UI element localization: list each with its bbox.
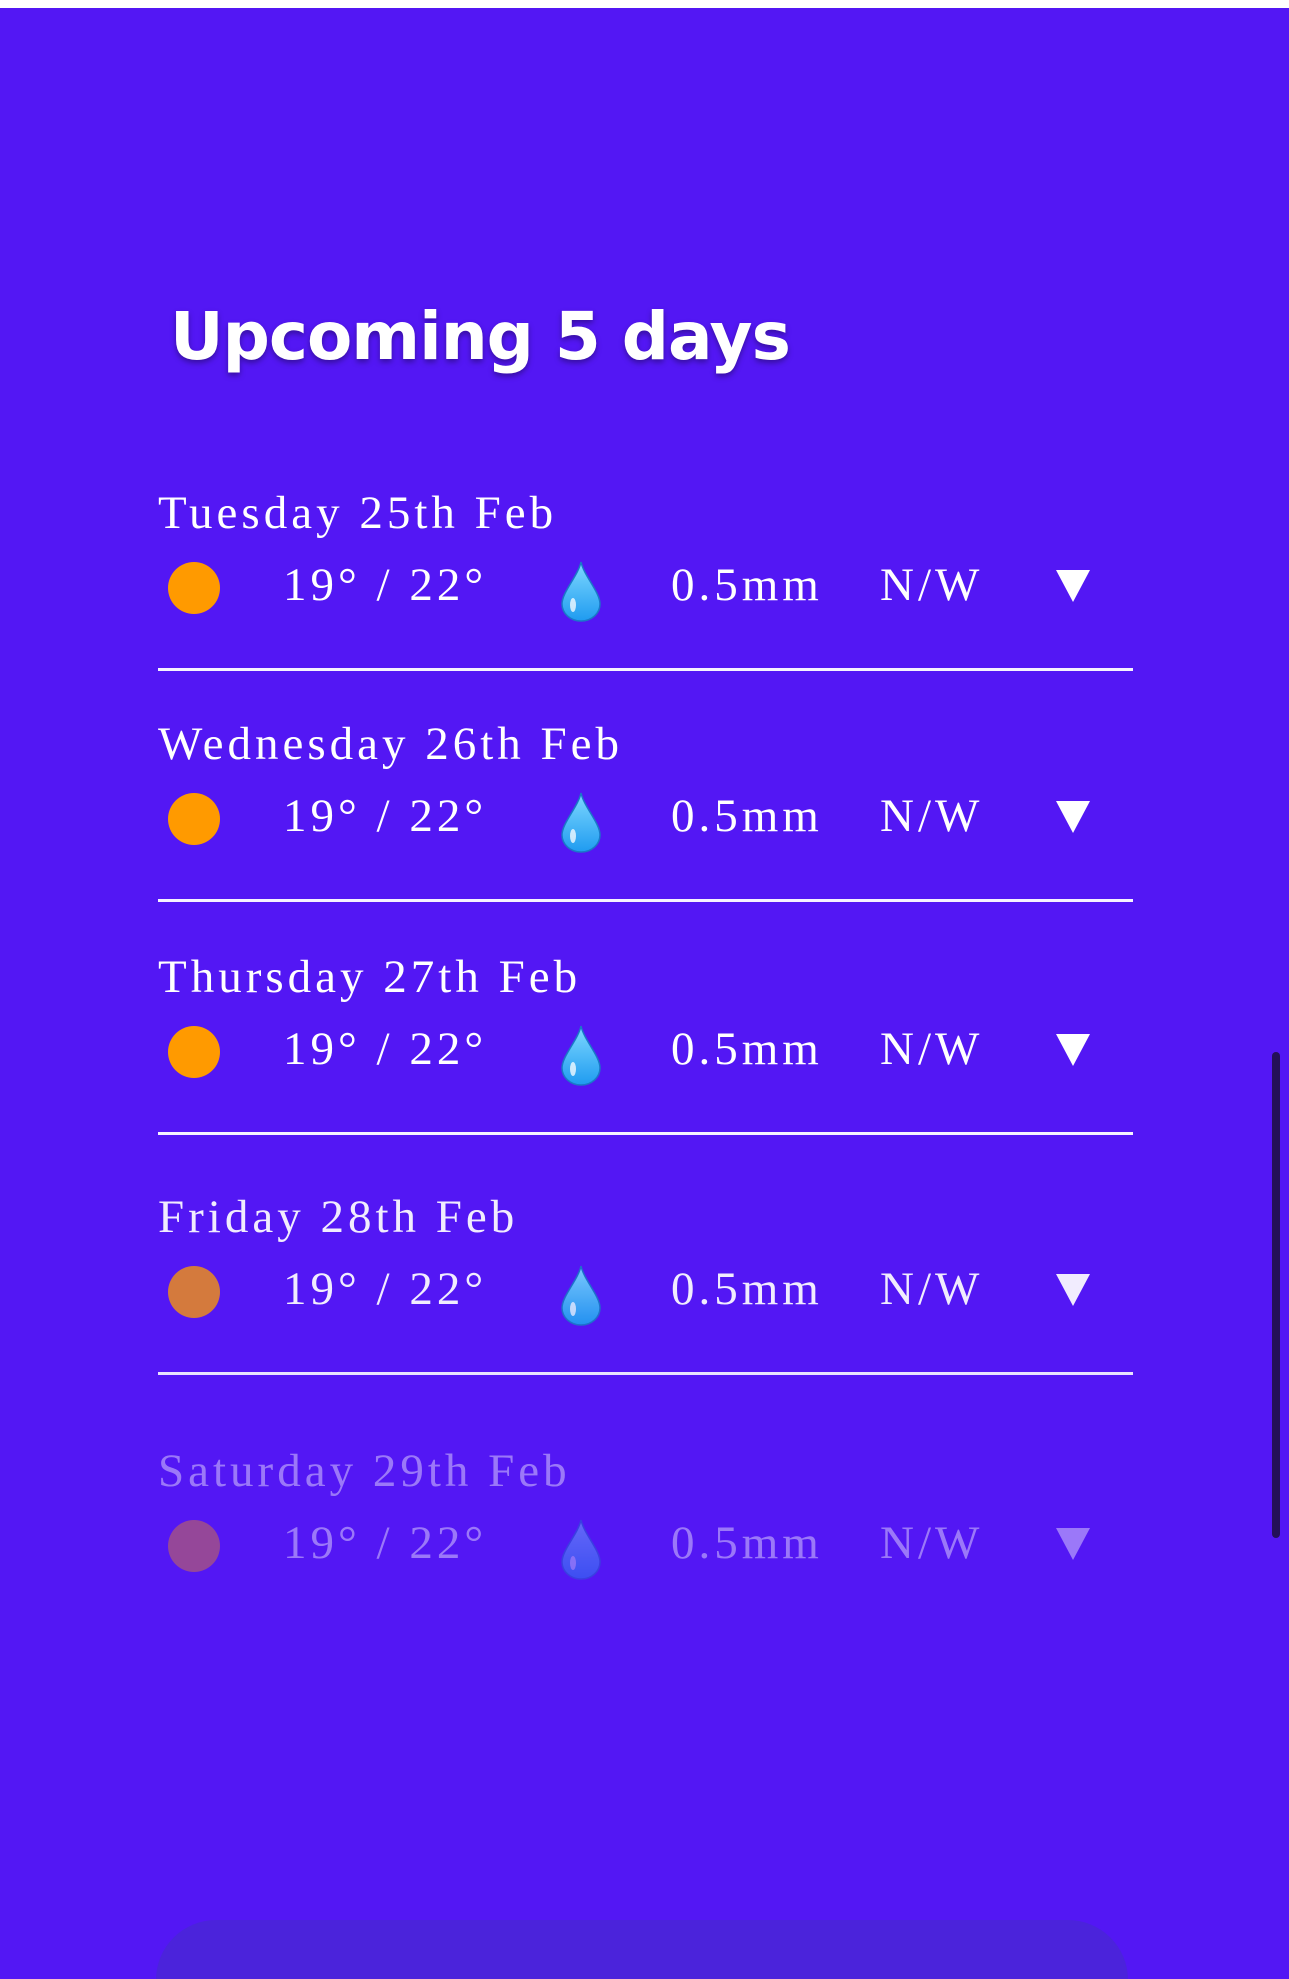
wind-direction: N/W: [880, 559, 984, 611]
day-label: Wednesday 26th Feb: [158, 718, 624, 770]
day-label: Saturday 29th Feb: [158, 1445, 571, 1497]
forecast-row-wednesday[interactable]: Wednesday 26th Feb 19° / 22° 0.5mm N/W: [158, 718, 1133, 902]
chevron-down-icon[interactable]: [1056, 1528, 1090, 1560]
sun-icon: [168, 793, 220, 845]
droplet-icon: [561, 1519, 601, 1580]
droplet-icon: [561, 1025, 601, 1086]
chevron-down-icon[interactable]: [1056, 1034, 1090, 1066]
forecast-row-thursday[interactable]: Thursday 27th Feb 19° / 22° 0.5mm N/W: [158, 951, 1133, 1135]
wind-direction: N/W: [880, 790, 984, 842]
wind-direction: N/W: [880, 1517, 984, 1569]
sun-icon: [168, 1026, 220, 1078]
divider: [158, 1132, 1133, 1135]
wind-direction: N/W: [880, 1023, 984, 1075]
scrollbar[interactable]: [1272, 1052, 1280, 1538]
wind-direction: N/W: [880, 1263, 984, 1315]
precipitation-amount: 0.5mm: [671, 1263, 823, 1315]
divider: [158, 668, 1133, 671]
chevron-down-icon[interactable]: [1056, 801, 1090, 833]
droplet-icon: [561, 561, 601, 622]
sun-icon: [168, 562, 220, 614]
droplet-icon: [561, 792, 601, 853]
sun-icon: [168, 1520, 220, 1572]
temperature-range: 19° / 22°: [283, 559, 488, 611]
page-title: Upcoming 5 days: [170, 298, 791, 375]
chevron-down-icon[interactable]: [1056, 1274, 1090, 1306]
bottom-card[interactable]: [156, 1920, 1128, 1979]
precipitation-amount: 0.5mm: [671, 559, 823, 611]
temperature-range: 19° / 22°: [283, 790, 488, 842]
temperature-range: 19° / 22°: [283, 1023, 488, 1075]
day-label: Tuesday 25th Feb: [158, 487, 558, 539]
temperature-range: 19° / 22°: [283, 1263, 488, 1315]
precipitation-amount: 0.5mm: [671, 790, 823, 842]
divider: [158, 899, 1133, 902]
forecast-screen: Upcoming 5 days Tuesday 25th Feb 19° / 2…: [0, 8, 1289, 1979]
forecast-row-tuesday[interactable]: Tuesday 25th Feb 19° / 22° 0.5mm N/W: [158, 487, 1133, 671]
precipitation-amount: 0.5mm: [671, 1517, 823, 1569]
droplet-icon: [561, 1265, 601, 1326]
chevron-down-icon[interactable]: [1056, 570, 1090, 602]
sun-icon: [168, 1266, 220, 1318]
day-label: Friday 28th Feb: [158, 1191, 519, 1243]
divider: [158, 1372, 1133, 1375]
forecast-row-friday[interactable]: Friday 28th Feb 19° / 22° 0.5mm N/W: [158, 1191, 1133, 1375]
forecast-row-saturday[interactable]: Saturday 29th Feb 19° / 22° 0.5mm N/W: [158, 1448, 1133, 1598]
day-label: Thursday 27th Feb: [158, 951, 582, 1003]
precipitation-amount: 0.5mm: [671, 1023, 823, 1075]
temperature-range: 19° / 22°: [283, 1517, 488, 1569]
